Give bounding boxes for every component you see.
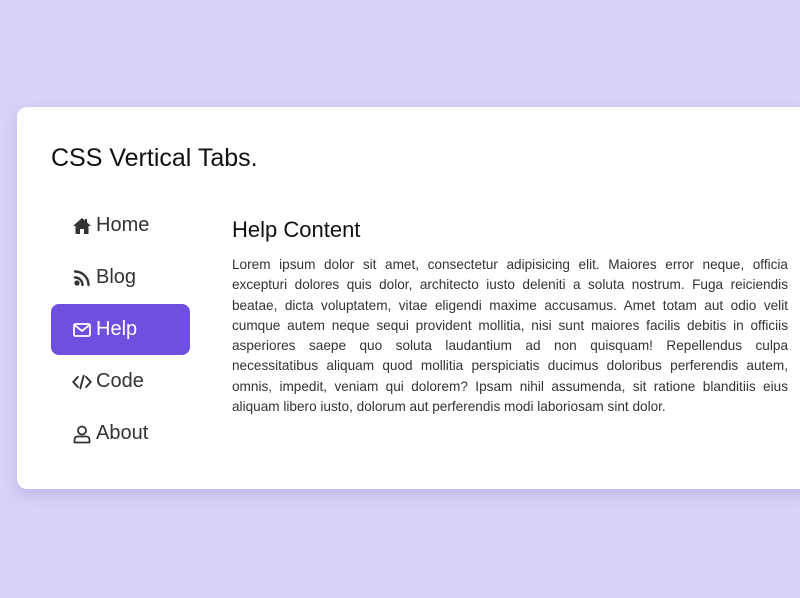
- vertical-tab-list: Home Blog Help Code About: [51, 200, 190, 460]
- tab-help[interactable]: Help: [51, 304, 190, 355]
- tab-about[interactable]: About: [51, 408, 190, 459]
- home-icon: [72, 216, 92, 236]
- tab-code-label: Code: [96, 370, 144, 392]
- tab-help-label: Help: [96, 318, 138, 340]
- page-title: CSS Vertical Tabs.: [51, 144, 258, 172]
- tab-about-label: About: [96, 422, 149, 444]
- blog-rss-icon: [72, 268, 92, 288]
- content-body: Lorem ipsum dolor sit amet, consectetur …: [232, 257, 788, 415]
- content-title: Help Content: [232, 217, 361, 242]
- tab-home-label: Home: [96, 214, 150, 236]
- envelope-icon: [72, 320, 92, 340]
- tab-code[interactable]: Code: [51, 356, 190, 407]
- tabs-card: CSS Vertical Tabs. Home Blog Help Code A…: [17, 107, 800, 489]
- user-icon: [72, 424, 92, 444]
- tab-home[interactable]: Home: [51, 200, 190, 251]
- tab-blog-label: Blog: [96, 266, 137, 288]
- tab-blog[interactable]: Blog: [51, 252, 190, 303]
- code-icon: [72, 372, 92, 392]
- tab-content-panel: Help Content Lorem ipsum dolor sit amet,…: [232, 217, 788, 417]
